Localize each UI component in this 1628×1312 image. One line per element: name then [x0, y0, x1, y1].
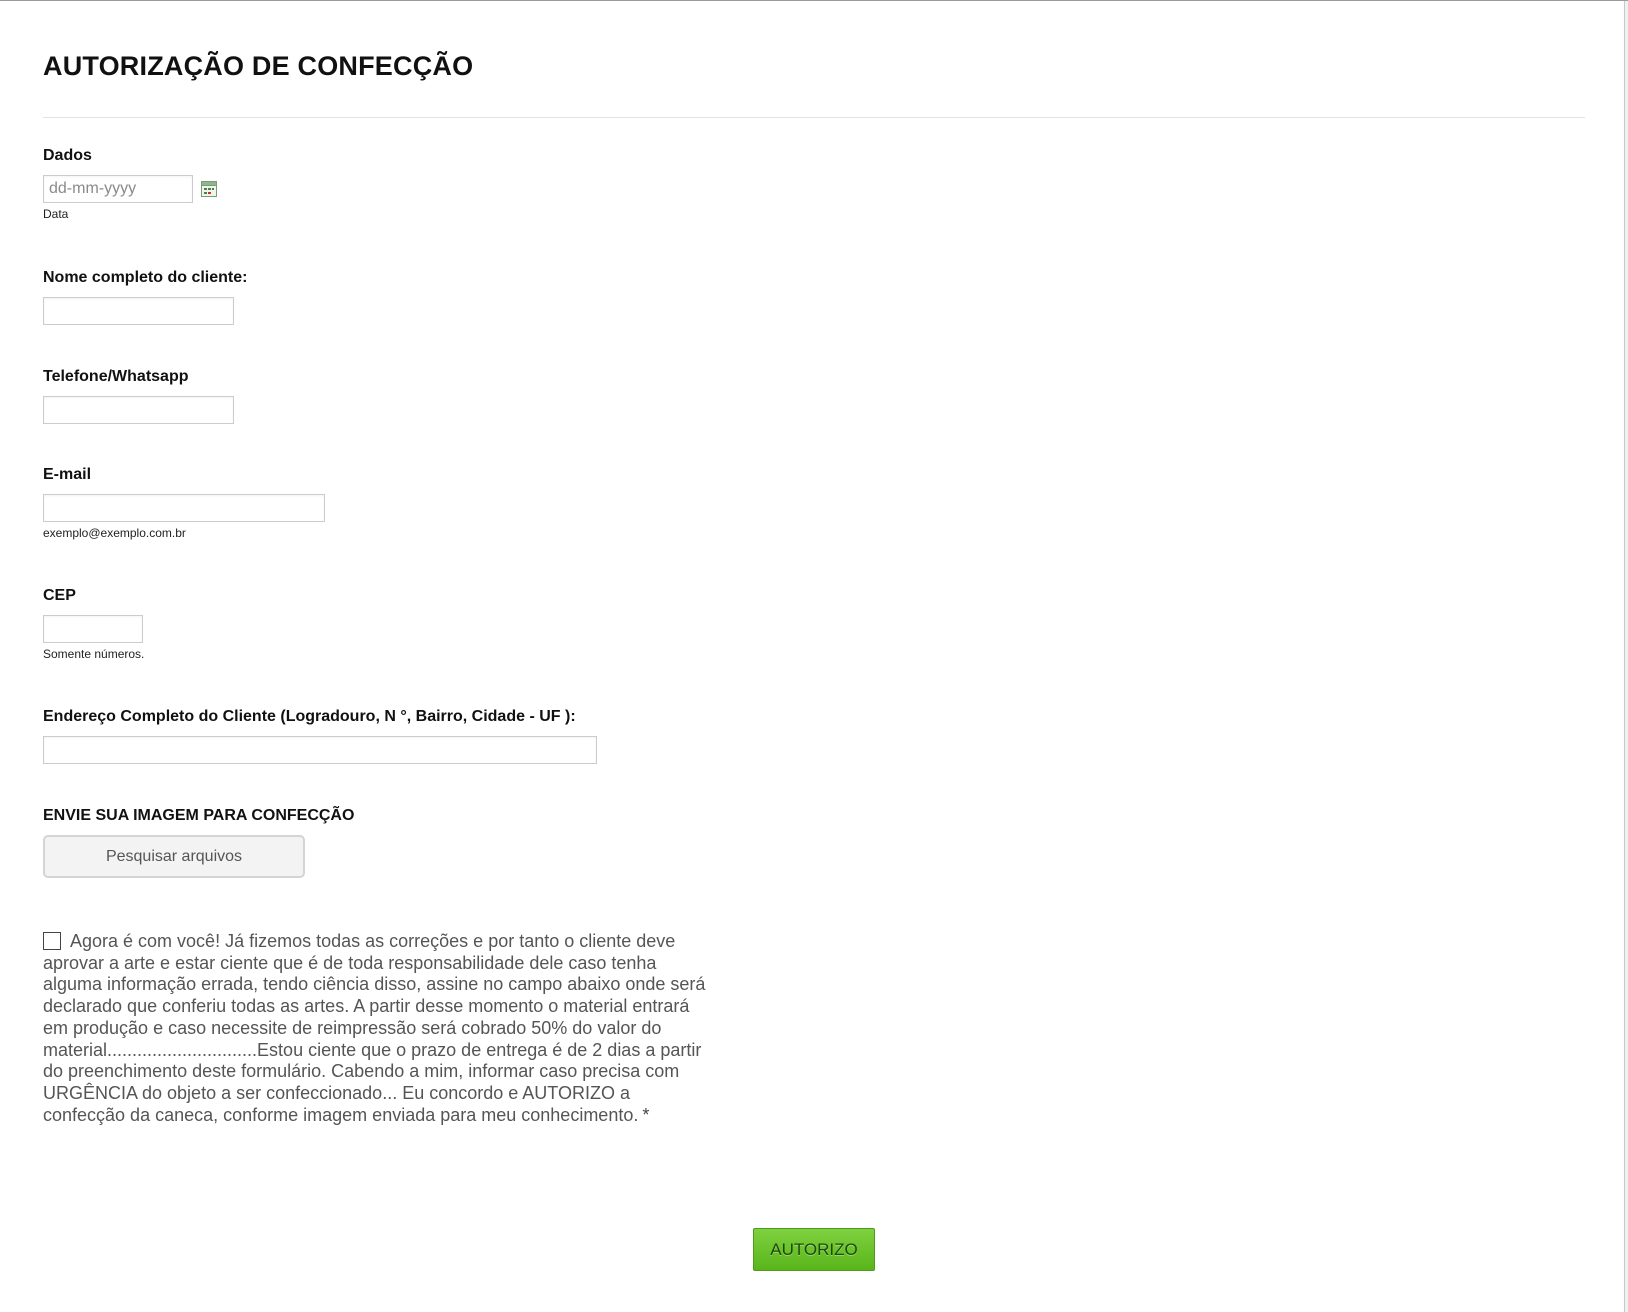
date-input[interactable]: [43, 175, 193, 203]
email-label: E-mail: [43, 466, 92, 483]
date-row: [43, 175, 217, 203]
email-field-group: E-mail exemplo@exemplo.com.br: [43, 466, 325, 540]
consent-block: Agora é com você! Já fizemos todas as co…: [43, 931, 708, 1126]
cep-field-group: CEP Somente números.: [43, 587, 144, 661]
cep-label: CEP: [43, 587, 76, 604]
name-label: Nome completo do cliente:: [43, 269, 248, 286]
name-input[interactable]: [43, 297, 234, 325]
title-divider: [43, 117, 1585, 118]
phone-label: Telefone/Whatsapp: [43, 368, 189, 385]
name-field-group: Nome completo do cliente:: [43, 269, 247, 325]
submit-button[interactable]: AUTORIZO: [753, 1228, 875, 1271]
cep-sublabel: Somente números.: [43, 647, 145, 661]
upload-label: ENVIE SUA IMAGEM PARA CONFECÇÃO: [43, 807, 355, 824]
consent-text: Agora é com você! Já fizemos todas as co…: [43, 931, 706, 1125]
page-title: AUTORIZAÇÃO DE CONFECÇÃO: [43, 51, 474, 81]
date-field-group: Dados Data: [43, 147, 217, 221]
window-edge: [1624, 1, 1628, 1312]
required-mark: *: [642, 1104, 650, 1125]
form-page: AUTORIZAÇÃO DE CONFECÇÃO Dados dd-mm-yyy…: [0, 0, 1628, 1312]
calendar-icon[interactable]: [201, 181, 217, 197]
cep-input[interactable]: [43, 615, 143, 643]
date-label: Dados: [43, 147, 92, 164]
consent-checkbox[interactable]: [43, 932, 61, 950]
address-field-group: Endereço Completo do Cliente (Logradouro…: [43, 708, 597, 764]
phone-input[interactable]: [43, 396, 234, 424]
address-input[interactable]: [43, 736, 597, 764]
email-input[interactable]: [43, 494, 325, 522]
phone-field-group: Telefone/Whatsapp: [43, 368, 234, 424]
email-sublabel: exemplo@exemplo.com.br: [43, 526, 186, 540]
date-sublabel: Data: [43, 207, 69, 221]
browse-files-button[interactable]: Pesquisar arquivos: [43, 835, 305, 878]
upload-field-group: ENVIE SUA IMAGEM PARA CONFECÇÃO Pesquisa…: [43, 807, 354, 878]
address-label: Endereço Completo do Cliente (Logradouro…: [43, 708, 576, 725]
